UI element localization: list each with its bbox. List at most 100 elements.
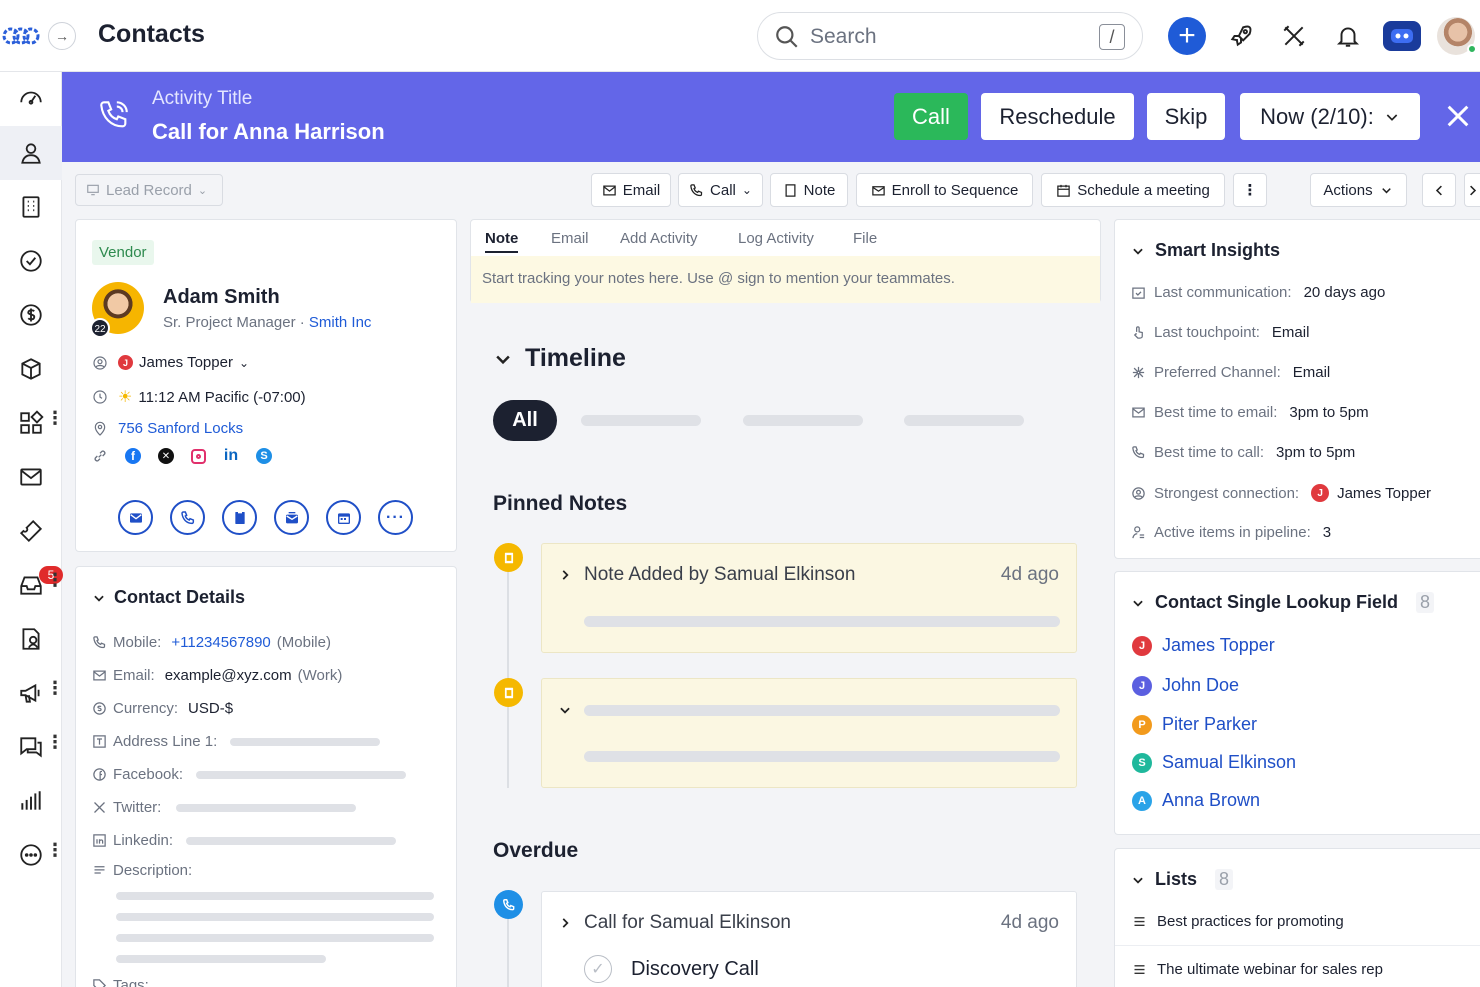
description-label: Description: xyxy=(113,862,193,879)
lead-record-dropdown[interactable]: Lead Record ⌄ xyxy=(75,174,223,206)
search-input[interactable]: Search / xyxy=(757,12,1143,60)
lookup-item[interactable]: S Samual Elkinson xyxy=(1132,752,1296,773)
owner-row[interactable]: J James Topper ⌄ xyxy=(92,354,249,371)
sidebar-item-campaigns[interactable]: ⋮ xyxy=(0,666,64,720)
lists-header[interactable]: Lists 8 xyxy=(1131,869,1234,890)
insight-value[interactable]: James Topper xyxy=(1337,485,1431,502)
user-avatar[interactable] xyxy=(1437,17,1477,55)
more-dots-icon[interactable]: ⋮ xyxy=(46,732,64,753)
skype-icon[interactable]: S xyxy=(256,448,272,464)
pinned-note-card-expanded[interactable] xyxy=(541,678,1077,788)
add-button[interactable]: + xyxy=(1168,17,1206,55)
close-icon[interactable] xyxy=(1444,102,1472,130)
list-item[interactable]: Best practices for promoting xyxy=(1132,913,1344,930)
actions-label: Actions xyxy=(1323,181,1373,199)
note-input[interactable]: Start tracking your notes here. Use @ si… xyxy=(471,256,1100,303)
filter-placeholder[interactable] xyxy=(904,415,1024,426)
sidebar-item-inbox[interactable]: 5 ⋮ xyxy=(0,558,64,612)
pinned-note-age: 4d ago xyxy=(1000,564,1059,585)
sidebar-item-dashboard[interactable] xyxy=(0,72,62,126)
now-queue-dropdown[interactable]: Now (2/10): xyxy=(1240,93,1420,140)
previous-record-button[interactable] xyxy=(1422,173,1456,207)
filter-placeholder[interactable] xyxy=(581,415,701,426)
sidebar-item-apps[interactable]: ⋮ xyxy=(0,396,64,450)
sidebar-item-accounts[interactable] xyxy=(0,180,62,234)
skip-button[interactable]: Skip xyxy=(1147,93,1225,140)
lookup-item[interactable]: A Anna Brown xyxy=(1132,790,1260,811)
bar-chart-icon xyxy=(21,791,41,810)
tools-button[interactable] xyxy=(1275,17,1313,55)
call-dropdown-button[interactable]: Call ⌄ xyxy=(678,173,763,207)
quick-sequence-button[interactable] xyxy=(274,500,309,535)
expand-sidebar-button[interactable]: → xyxy=(48,22,76,50)
notifications-button[interactable] xyxy=(1329,17,1367,55)
x-twitter-icon[interactable]: ✕ xyxy=(158,448,174,464)
company-link[interactable]: Smith Inc xyxy=(309,314,372,331)
ai-assistant-button[interactable] xyxy=(1383,21,1421,51)
quick-more-button[interactable]: ··· xyxy=(378,500,413,535)
more-dots-icon[interactable]: ⋮ xyxy=(46,408,64,429)
more-dots-icon[interactable]: ⋮ xyxy=(46,840,64,861)
actions-dropdown[interactable]: Actions xyxy=(1310,173,1407,207)
tools-icon xyxy=(1283,25,1305,47)
smart-insights-header[interactable]: Smart Insights xyxy=(1131,240,1280,261)
quick-note-button[interactable] xyxy=(222,500,257,535)
sidebar-item-contacts[interactable] xyxy=(0,126,62,180)
quick-meeting-button[interactable] xyxy=(326,500,361,535)
email-type: (Work) xyxy=(297,667,343,684)
lookup-field-header[interactable]: Contact Single Lookup Field 8 xyxy=(1131,592,1435,613)
mail-icon xyxy=(1132,407,1145,418)
lookup-item[interactable]: J John Doe xyxy=(1132,675,1239,696)
mobile-number-link[interactable]: +11234567890 xyxy=(171,634,270,651)
quick-email-button[interactable] xyxy=(118,500,153,535)
sidebar-item-mail[interactable] xyxy=(0,450,62,504)
address-link[interactable]: 756 Sanford Locks xyxy=(118,420,243,437)
next-record-button[interactable] xyxy=(1464,173,1480,207)
sidebar-item-chat[interactable]: ⋮ xyxy=(0,720,64,774)
timeline-header[interactable]: Timeline xyxy=(493,344,626,373)
note-button[interactable]: Note xyxy=(770,173,848,207)
sidebar-item-reports[interactable] xyxy=(0,774,62,828)
pinned-note-card[interactable]: Note Added by Samual Elkinson 4d ago xyxy=(541,543,1077,653)
tab-add-activity[interactable]: Add Activity xyxy=(620,230,698,247)
more-options-button[interactable]: ⋮ xyxy=(1233,173,1267,207)
more-dots-icon[interactable]: ⋮ xyxy=(46,678,64,699)
enroll-sequence-button[interactable]: Enroll to Sequence xyxy=(856,173,1033,207)
list-item[interactable]: The ultimate webinar for sales rep xyxy=(1132,961,1383,978)
lookup-item[interactable]: P Piter Parker xyxy=(1132,714,1257,735)
filter-all-button[interactable]: All xyxy=(493,400,557,441)
sidebar-item-products[interactable] xyxy=(0,342,62,396)
app-logo-icon[interactable] xyxy=(2,22,40,50)
sidebar-item-deals[interactable] xyxy=(0,288,62,342)
linkedin-icon[interactable]: in xyxy=(223,447,239,464)
overdue-activity-card[interactable]: Call for Samual Elkinson 4d ago ✓ Discov… xyxy=(541,891,1077,987)
sidebar-item-tasks[interactable] xyxy=(0,234,62,288)
tab-note[interactable]: Note xyxy=(485,230,519,253)
tab-file[interactable]: File xyxy=(853,230,877,247)
sidebar-item-more[interactable]: ⋮ xyxy=(0,828,64,882)
schedule-meeting-button[interactable]: Schedule a meeting xyxy=(1041,173,1225,207)
complete-checkbox[interactable]: ✓ xyxy=(584,955,612,983)
lookup-item[interactable]: J James Topper xyxy=(1132,635,1275,656)
address-row[interactable]: 756 Sanford Locks xyxy=(92,420,243,437)
email-value[interactable]: example@xyz.com xyxy=(165,667,292,684)
more-dots-icon[interactable]: ⋮ xyxy=(46,570,64,591)
tab-email[interactable]: Email xyxy=(551,230,589,247)
reschedule-button[interactable]: Reschedule xyxy=(981,93,1134,140)
filter-placeholder[interactable] xyxy=(743,415,863,426)
linkedin-placeholder xyxy=(186,837,396,845)
instagram-icon[interactable] xyxy=(191,448,206,464)
email-button[interactable]: Email xyxy=(591,173,671,207)
call-button[interactable]: Call xyxy=(894,93,968,140)
rocket-button[interactable] xyxy=(1222,17,1260,55)
contact-details-header[interactable]: Contact Details xyxy=(92,587,245,608)
quick-call-button[interactable] xyxy=(170,500,205,535)
description-placeholder-line xyxy=(116,913,434,921)
facebook-icon[interactable]: f xyxy=(125,448,141,464)
linkedin-label: Linkedin: xyxy=(113,832,174,849)
tab-log-activity[interactable]: Log Activity xyxy=(738,230,814,247)
sidebar-item-documents[interactable] xyxy=(0,612,62,666)
sidebar-item-tickets[interactable] xyxy=(0,504,62,558)
insight-row: Last touchpoint: Email xyxy=(1131,324,1309,341)
mobile-row: Mobile: +11234567890 (Mobile) xyxy=(92,634,331,651)
